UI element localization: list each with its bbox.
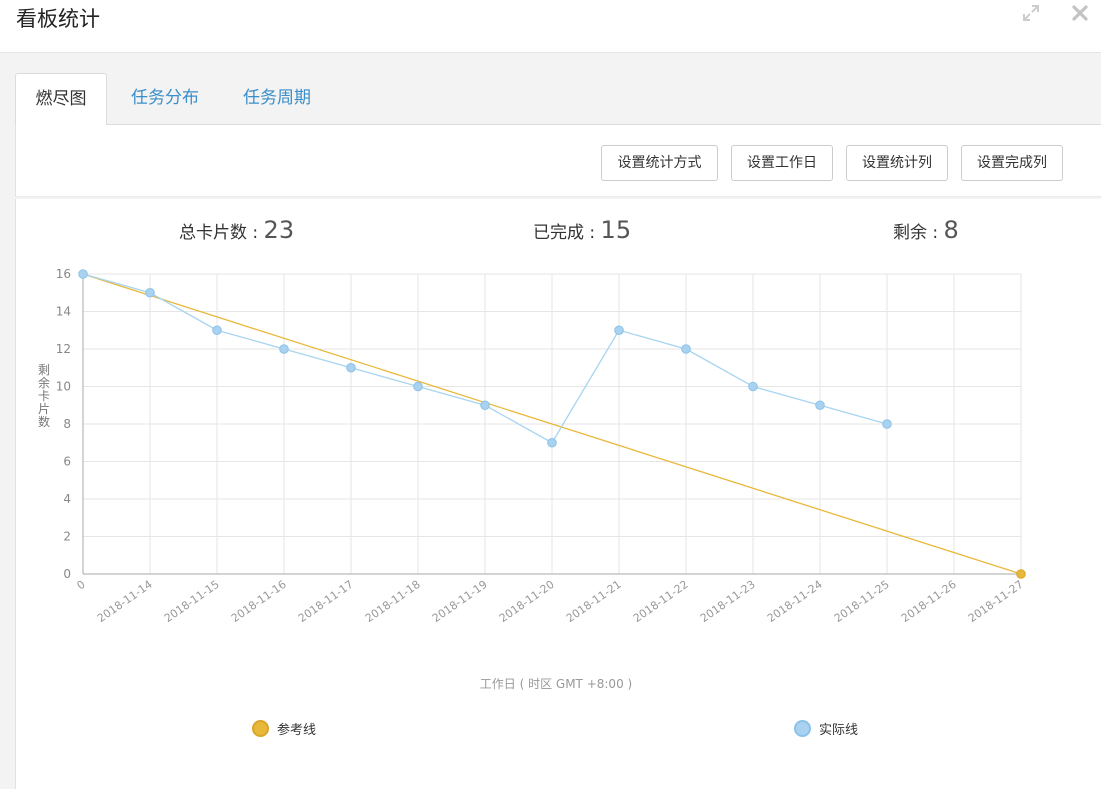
x-tick-label: 2018-11-20 [497, 578, 557, 625]
stat-total-label: 总卡片数 : [179, 223, 264, 243]
legend-actual[interactable]: 实际线 [794, 719, 858, 738]
x-tick-label: 2018-11-21 [564, 578, 624, 625]
actual-point[interactable] [681, 344, 691, 354]
chart-labels: 02468101214160 2018-11-14 2018-11-15 2018-1… [38, 267, 1026, 691]
close-icon[interactable] [1069, 2, 1091, 24]
tab-bar: 燃尽图 任务分布 任务周期 [15, 73, 1101, 126]
x-tick-label: 2018-11-15 [162, 578, 222, 625]
actual-point[interactable] [815, 400, 825, 411]
legend-reference[interactable]: 参考线 [252, 719, 316, 738]
x-tick-label: 2018-11-26 [899, 578, 959, 625]
y-tick-label: 6 [63, 455, 71, 469]
actual-point[interactable] [547, 437, 557, 448]
actual-point[interactable] [882, 419, 892, 429]
tab-burndown[interactable]: 燃尽图 [15, 73, 107, 126]
actual-point[interactable] [145, 287, 155, 298]
stat-total-value: 23 [263, 216, 295, 244]
expand-icon[interactable] [1020, 2, 1042, 24]
set-stat-method-button[interactable]: 设置统计方式 [601, 145, 718, 181]
stat-done-label: 已完成 : [533, 223, 601, 243]
tab-task-distribution[interactable]: 任务分布 [115, 73, 215, 125]
y-axis-label: 剩余卡片数 [38, 363, 50, 429]
set-done-column-button[interactable]: 设置完成列 [961, 145, 1063, 181]
stat-total: 总卡片数 : 23 [179, 215, 294, 248]
stat-remaining-label: 剩余 : [893, 223, 944, 243]
y-tick-label: 10 [56, 380, 71, 394]
x-tick-label: 2018-11-24 [765, 578, 825, 625]
stat-remaining: 剩余 : 8 [893, 215, 959, 248]
stat-done: 已完成 : 15 [533, 215, 631, 248]
window-titlebar: 看板统计 [0, 0, 1101, 53]
burndown-chart: 02468101214160 2018-11-14 2018-11-15 2018-1… [38, 267, 1026, 691]
y-tick-label: 4 [63, 492, 71, 506]
actual-point[interactable] [480, 400, 490, 411]
y-tick-label: 2 [63, 530, 71, 544]
x-tick-label: 2018-11-18 [363, 578, 423, 625]
burndown-panel: 总卡片数 : 23 已完成 : 15 剩余 : 8 0 2 4 6 8 10 12 14 16 0… [15, 199, 1101, 789]
x-tick-label: 0 [75, 578, 88, 593]
stat-done-value: 15 [600, 216, 632, 244]
y-tick-label: 8 [63, 417, 71, 431]
x-tick-label: 2018-11-22 [631, 578, 691, 625]
actual-point[interactable] [279, 344, 289, 354]
tab-task-cycle[interactable]: 任务周期 [227, 73, 327, 125]
reference-point[interactable] [1016, 569, 1026, 579]
legend-actual-dot [794, 720, 811, 737]
actual-point[interactable] [78, 269, 88, 279]
toolbar: 设置统计方式 设置工作日 设置统计列 设置完成列 [15, 125, 1101, 197]
actual-point[interactable] [614, 325, 624, 336]
legend-actual-label: 实际线 [819, 723, 859, 738]
set-workday-button[interactable]: 设置工作日 [731, 145, 833, 181]
x-tick-label: 2018-11-27 [966, 578, 1026, 625]
stat-remaining-value: 8 [943, 216, 959, 244]
window-title: 看板统计 [16, 7, 100, 31]
legend-reference-label: 参考线 [277, 723, 317, 738]
x-tick-label: 2018-11-25 [832, 578, 892, 625]
y-tick-label: 12 [56, 342, 71, 356]
actual-point[interactable] [346, 362, 356, 373]
x-axis-label: 工作日 ( 时区 GMT +8:00 ) [480, 677, 632, 691]
set-stat-column-button[interactable]: 设置统计列 [846, 145, 948, 181]
actual-point[interactable] [413, 381, 423, 392]
x-tick-label: 2018-11-16 [229, 578, 289, 625]
actual-point[interactable] [212, 325, 222, 336]
x-tick-label: 2018-11-23 [698, 578, 758, 625]
x-tick-label: 2018-11-17 [296, 578, 356, 625]
actual-point[interactable] [748, 381, 758, 392]
x-tick-label: 2018-11-19 [430, 578, 490, 625]
y-tick-label: 0 [63, 567, 71, 581]
x-tick-label: 2018-11-14 [95, 578, 155, 625]
dialog-content: 燃尽图 任务分布 任务周期 设置统计方式 设置工作日 设置统计列 设置完成列 总… [0, 53, 1101, 789]
y-tick-label: 14 [56, 305, 71, 319]
legend-reference-dot [252, 720, 269, 737]
y-tick-label: 16 [56, 267, 71, 281]
